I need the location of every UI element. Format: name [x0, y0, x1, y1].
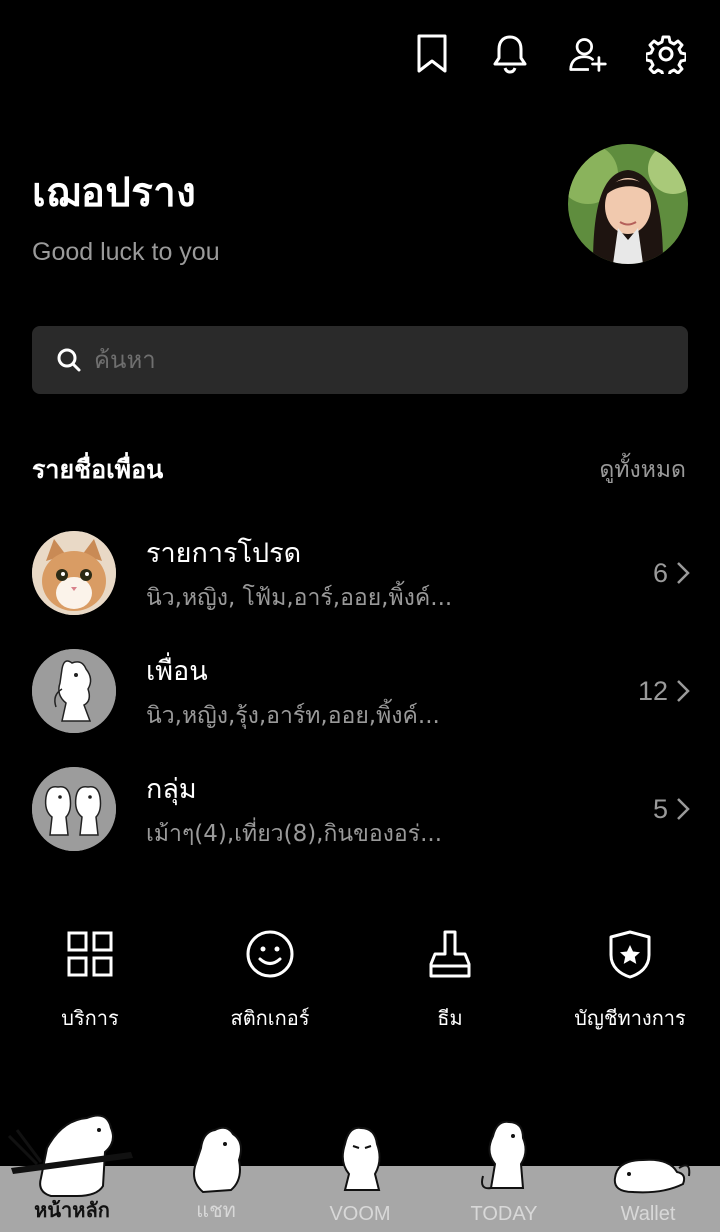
groups-thumbnail — [32, 767, 116, 851]
voom-character-icon — [341, 1126, 381, 1191]
official-accounts-button[interactable]: บัญชีทางการ — [540, 924, 720, 1034]
bottom-tab-bar: หน้าหลัก แชท VOOM TODAY Wallet — [0, 1092, 720, 1232]
tab-chat[interactable]: แชท — [144, 1092, 288, 1232]
list-item-friends[interactable]: เพื่อน นิว,หญิง,รุ้ง,อาร์ท,ออย,พิ้งค์...… — [32, 632, 690, 750]
tab-chat-label: แชท — [196, 1200, 236, 1222]
list-item-count: 5 — [652, 793, 668, 824]
chevron-right-icon — [677, 680, 690, 702]
tab-voom[interactable]: VOOM — [288, 1092, 432, 1232]
stickers-button[interactable]: สติกเกอร์ — [180, 924, 360, 1034]
profile-name: เฌอปราง — [32, 170, 197, 216]
add-friend-icon[interactable] — [568, 30, 608, 78]
chevron-right-icon — [677, 562, 690, 584]
brush-icon — [428, 924, 472, 984]
services-button[interactable]: บริการ — [0, 924, 180, 1034]
list-item-favorites[interactable]: รายการโปรด นิว,หญิง, โฟ้ม,อาร์,ออย,พิ้งค… — [32, 514, 690, 632]
smiley-icon — [245, 924, 295, 984]
chat-character-icon — [193, 1126, 242, 1194]
gear-icon[interactable] — [646, 30, 686, 78]
list-item-title: กลุ่ม — [146, 773, 197, 805]
theme-button[interactable]: ธีม — [360, 924, 540, 1034]
today-character-icon — [481, 1120, 527, 1190]
home-character-icon — [7, 1114, 133, 1197]
search-icon — [56, 347, 82, 373]
friends-list: รายการโปรด นิว,หญิง, โฟ้ม,อาร์,ออย,พิ้งค… — [32, 514, 690, 868]
bookmark-icon[interactable] — [412, 30, 452, 78]
list-item-subtitle: นิว,หญิง, โฟ้ม,อาร์,ออย,พิ้งค์... — [146, 584, 453, 611]
see-all-link[interactable]: ดูทั้งหมด — [599, 452, 686, 488]
quick-actions: บริการ สติกเกอร์ ธีม บัญชีทางการ — [0, 924, 720, 1034]
grid-icon — [66, 924, 114, 984]
tab-wallet[interactable]: Wallet — [576, 1092, 720, 1232]
list-item-groups[interactable]: กลุ่ม เม้าๆ(4),เที่ยว(8),กินของอร่... 5 — [32, 750, 690, 868]
list-item-count-group: 5 — [653, 794, 690, 825]
tab-wallet-label: Wallet — [620, 1203, 676, 1225]
friends-section-title: รายชื่อเพื่อน — [32, 455, 164, 484]
avatar[interactable] — [568, 144, 688, 264]
profile-status: Good luck to you — [32, 238, 220, 266]
list-item-title: เพื่อน — [146, 655, 208, 687]
official-accounts-label: บัญชีทางการ — [574, 1006, 686, 1030]
tab-voom-label: VOOM — [329, 1203, 391, 1225]
list-item-subtitle: นิว,หญิง,รุ้ง,อาร์ท,ออย,พิ้งค์... — [146, 702, 440, 729]
tab-home-label: หน้าหลัก — [34, 1198, 110, 1222]
list-item-count-group: 12 — [638, 676, 690, 707]
favorites-thumbnail — [32, 531, 116, 615]
profile-header[interactable]: เฌอปราง Good luck to you — [32, 160, 220, 267]
search-input[interactable] — [92, 345, 656, 375]
list-item-count: 12 — [637, 675, 668, 706]
tab-home[interactable]: หน้าหลัก — [0, 1092, 144, 1232]
friends-thumbnail — [32, 649, 116, 733]
list-item-count: 6 — [652, 557, 668, 588]
header-actions — [412, 30, 686, 78]
search-bar[interactable] — [32, 326, 688, 394]
list-item-subtitle: เม้าๆ(4),เที่ยว(8),กินของอร่... — [146, 820, 443, 847]
theme-label: ธีม — [437, 1006, 463, 1030]
tab-today[interactable]: TODAY — [432, 1092, 576, 1232]
services-label: บริการ — [61, 1006, 119, 1030]
bell-icon[interactable] — [490, 30, 530, 78]
stickers-label: สติกเกอร์ — [230, 1006, 310, 1030]
friends-section-header: รายชื่อเพื่อน ดูทั้งหมด — [32, 450, 686, 490]
wallet-character-icon — [613, 1158, 691, 1194]
list-item-title: รายการโปรด — [146, 537, 302, 569]
tab-today-label: TODAY — [470, 1203, 538, 1225]
chevron-right-icon — [677, 798, 690, 820]
list-item-count-group: 6 — [653, 558, 690, 589]
shield-star-icon — [608, 924, 652, 984]
